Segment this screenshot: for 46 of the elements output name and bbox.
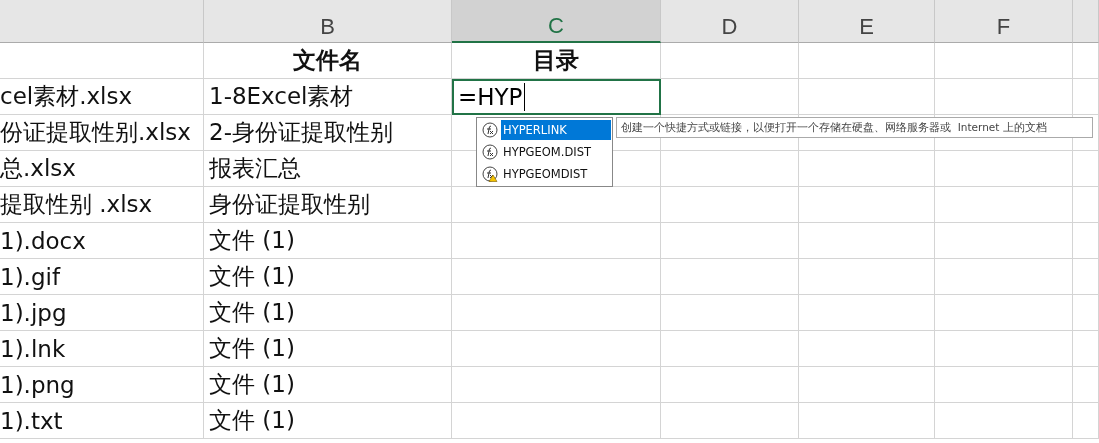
empty-cell bbox=[1073, 151, 1099, 187]
table-cell: 总.xlsx bbox=[0, 151, 204, 187]
function-icon bbox=[482, 144, 498, 160]
empty-cell bbox=[1073, 403, 1099, 439]
table-cell: 1).jpg bbox=[0, 295, 204, 331]
column-header[interactable]: C bbox=[452, 0, 661, 43]
table-cell: 提取性别 .xlsx bbox=[0, 187, 204, 223]
function-tooltip: 创建一个快捷方式或链接，以便打开一个存储在硬盘、网络服务器或 Internet 上的文档 bbox=[616, 117, 1093, 138]
empty-cell bbox=[1073, 367, 1099, 403]
table-cell: 文件 (1) bbox=[204, 223, 452, 259]
table-cell: 1).png bbox=[0, 367, 204, 403]
table-cell: 文件 (1) bbox=[204, 331, 452, 367]
empty-cell bbox=[1073, 223, 1099, 259]
function-icon bbox=[482, 122, 498, 138]
table-cell: 1).gif bbox=[0, 259, 204, 295]
empty-cell bbox=[1073, 295, 1099, 331]
table-cell: 1-8Excel素材 bbox=[204, 79, 452, 115]
autocomplete-item[interactable]: HYPGEOMDIST bbox=[501, 164, 611, 184]
function-warning-icon bbox=[482, 166, 498, 182]
column-header[interactable]: E bbox=[799, 0, 935, 43]
table-cell: 文件 (1) bbox=[204, 403, 452, 439]
column-header[interactable]: D bbox=[661, 0, 799, 43]
empty-cell bbox=[1073, 331, 1099, 367]
table-cell: 文件 (1) bbox=[204, 295, 452, 331]
column-header[interactable] bbox=[0, 0, 204, 43]
table-cell: 份证提取性别.xlsx bbox=[0, 115, 204, 151]
column-header[interactable]: B bbox=[204, 0, 452, 43]
table-cell: 目录 bbox=[452, 43, 661, 79]
table-cell: 文件 (1) bbox=[204, 259, 452, 295]
table-cell: 文件名 bbox=[204, 43, 452, 79]
empty-cell bbox=[1073, 187, 1099, 223]
table-cell: 2-身份证提取性别 bbox=[204, 115, 452, 151]
table-cell: 文件 (1) bbox=[204, 367, 452, 403]
active-cell[interactable]: =HYP bbox=[452, 79, 661, 115]
autocomplete-item[interactable]: HYPGEOM.DIST bbox=[501, 142, 611, 162]
table-cell: 1).txt bbox=[0, 403, 204, 439]
table-cell: 1).docx bbox=[0, 223, 204, 259]
table-cell: 报表汇总 bbox=[204, 151, 452, 187]
empty-cell bbox=[1073, 79, 1099, 115]
column-header[interactable] bbox=[1073, 0, 1099, 43]
empty-cell bbox=[1073, 259, 1099, 295]
table-cell: cel素材.xlsx bbox=[0, 79, 204, 115]
table-cell: 1).lnk bbox=[0, 331, 204, 367]
column-header[interactable]: F bbox=[935, 0, 1073, 43]
table-cell: 身份证提取性别 bbox=[204, 187, 452, 223]
autocomplete-item[interactable]: HYPERLINK bbox=[501, 120, 611, 140]
